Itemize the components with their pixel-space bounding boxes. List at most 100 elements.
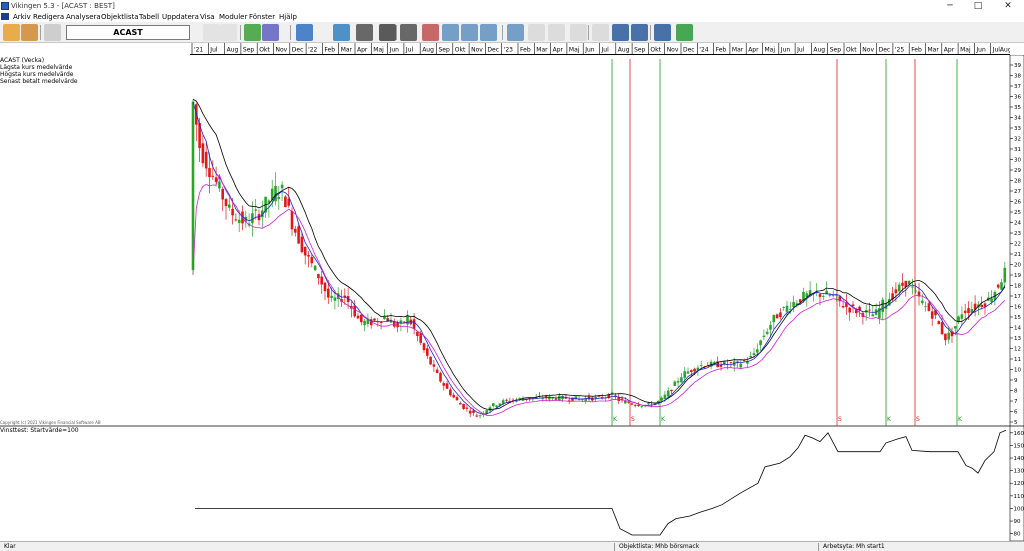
time-label: Feb: [716, 47, 727, 54]
time-label: '22: [308, 47, 317, 54]
antenna-icon[interactable]: [296, 24, 313, 41]
price-tick-label: 31: [1014, 147, 1021, 153]
time-label: '21: [194, 47, 203, 54]
window-icon[interactable]: [528, 24, 545, 41]
down-candle: [452, 394, 455, 398]
maximize-button[interactable]: □: [964, 0, 992, 12]
signal-label: S: [838, 416, 842, 423]
globe-arrow-icon[interactable]: [333, 24, 350, 41]
price-tick-label: 6: [1014, 410, 1018, 416]
price-tick-label: 20: [1014, 263, 1021, 269]
minimize-button[interactable]: ─: [936, 0, 964, 12]
trend-icon[interactable]: [262, 24, 279, 41]
down-candle: [284, 196, 287, 208]
up-candle: [330, 295, 333, 298]
menu-visa[interactable]: Visa: [200, 12, 215, 22]
menu-redigera[interactable]: Redigera: [33, 12, 64, 22]
time-label: Mar: [536, 47, 548, 54]
down-candle: [670, 389, 673, 392]
price-tick-label: 5: [1014, 420, 1018, 426]
time-label: Sep: [634, 47, 646, 54]
chart-area[interactable]: 39 38 37 36 35 34 33 32 31 30 29 28 27 26 25 24 23 22 21 20…: [0, 55, 1024, 541]
up-candle: [647, 403, 650, 404]
copyright-text: Copyright (c) 2021 Vikingen Financial So…: [0, 420, 101, 425]
profit-tick-label: 160: [1014, 431, 1024, 437]
time-label: Mar: [732, 47, 744, 54]
time-label: Dec: [879, 47, 891, 54]
down-candle: [303, 246, 307, 256]
price-tick-label: 8: [1014, 389, 1018, 395]
chart-lines-icon[interactable]: [244, 24, 261, 41]
globe-icon[interactable]: [676, 24, 693, 41]
down-candle: [630, 403, 634, 405]
document-icon[interactable]: [203, 24, 220, 41]
notepad-icon[interactable]: [44, 24, 61, 41]
window-icon[interactable]: [548, 24, 565, 41]
menu-arkiv[interactable]: Arkiv: [13, 12, 31, 22]
window-icon[interactable]: [570, 24, 587, 41]
bars-icon[interactable]: [631, 24, 648, 41]
up-candle: [749, 355, 752, 358]
window-icon[interactable]: [592, 24, 609, 41]
print-icon[interactable]: [379, 24, 396, 41]
document-edit-icon[interactable]: [220, 24, 237, 41]
candlestick-icon[interactable]: [612, 24, 629, 41]
time-label: Okt: [846, 47, 857, 54]
window-icon[interactable]: [507, 24, 524, 41]
time-label: Okt: [259, 47, 270, 54]
signal-label: K: [887, 416, 892, 423]
up-candle: [363, 320, 366, 326]
symbol-input[interactable]: ACAST: [66, 25, 190, 40]
up-candle: [594, 396, 597, 399]
menu-uppdatera[interactable]: Uppdatera: [162, 12, 199, 22]
down-candle: [221, 188, 224, 200]
price-tick-label: 38: [1014, 74, 1021, 80]
window-icon[interactable]: [461, 24, 478, 41]
print-icon[interactable]: [400, 24, 417, 41]
close-average-line: [192, 101, 1006, 415]
menu-hjalp[interactable]: Hjälp: [279, 12, 297, 22]
up-candle: [495, 405, 498, 407]
camera-icon[interactable]: [356, 24, 373, 41]
window-title: Vikingen 5.3 - [ACAST : BEST]: [11, 2, 115, 10]
time-label: Nov: [471, 47, 483, 54]
price-tick-label: 29: [1014, 168, 1021, 174]
price-tick-label: 17: [1014, 294, 1021, 300]
down-candle: [211, 175, 215, 177]
status-bar: Klar Objektlista: Mhb börsmack Arbetsyta…: [0, 541, 1024, 551]
print-icon[interactable]: [21, 24, 38, 41]
time-label: Maj: [960, 47, 971, 54]
menu-analysera[interactable]: Analysera: [66, 12, 101, 22]
menu-objektlista[interactable]: Objektlista: [101, 12, 139, 22]
down-candle: [208, 167, 211, 178]
up-candle: [924, 306, 927, 308]
curve-icon[interactable]: [654, 24, 671, 41]
down-candle: [633, 404, 637, 406]
price-tick-label: 26: [1014, 200, 1021, 206]
toolbar-separator: [240, 25, 241, 40]
down-candle: [967, 308, 970, 314]
down-candle: [402, 321, 406, 323]
down-candle: [416, 331, 419, 337]
menu-tabell[interactable]: Tabell: [139, 12, 159, 22]
down-candle: [459, 403, 462, 405]
close-button[interactable]: ✕: [994, 0, 1022, 12]
down-candle: [290, 211, 294, 230]
up-candle: [333, 297, 337, 301]
price-tick-label: 19: [1014, 273, 1021, 279]
candlestick-series: [191, 99, 1007, 419]
down-candle: [937, 321, 941, 325]
up-candle: [406, 315, 409, 325]
menu-fonster[interactable]: Fönster: [249, 12, 275, 22]
palette-icon[interactable]: [422, 24, 439, 41]
down-candle: [426, 348, 429, 356]
menu-moduler[interactable]: Moduler: [219, 12, 247, 22]
up-candle: [383, 316, 386, 319]
open-folder-icon[interactable]: [3, 24, 20, 41]
down-candle: [742, 360, 746, 362]
window-icon[interactable]: [442, 24, 459, 41]
down-candle: [323, 282, 327, 292]
price-tick-label: 10: [1014, 368, 1021, 374]
window-icon[interactable]: [480, 24, 497, 41]
document-menu-icon[interactable]: [1, 13, 9, 20]
